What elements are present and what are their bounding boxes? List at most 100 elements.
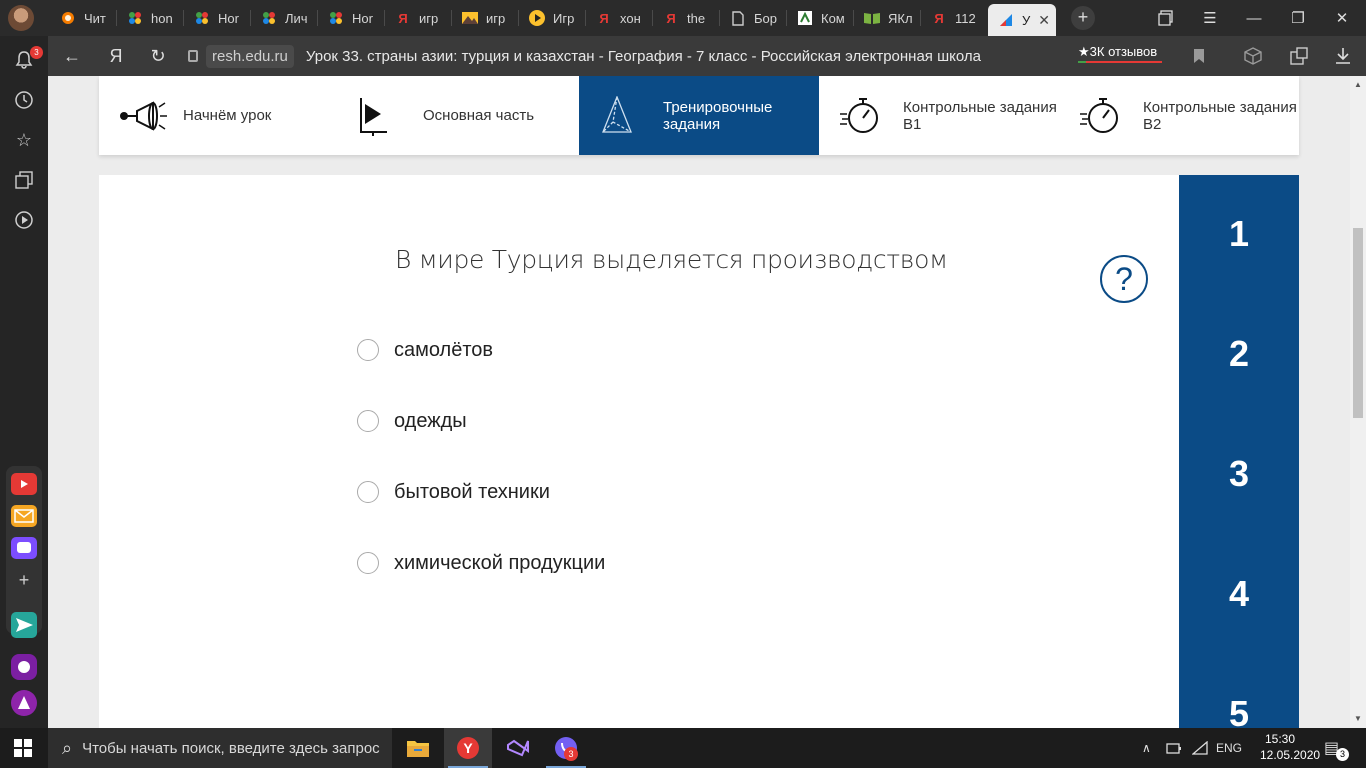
task-number[interactable]: 2 bbox=[1179, 333, 1299, 375]
nav-start-lesson[interactable]: Начнём урок bbox=[99, 76, 339, 155]
svg-text:Y: Y bbox=[463, 740, 473, 756]
scroll-up-icon[interactable]: ▲ bbox=[1353, 80, 1363, 90]
reviews-button[interactable]: ★3К отзывов bbox=[1078, 44, 1157, 60]
nav-control-tasks-b1[interactable]: Контрольные задания В1 bbox=[819, 76, 1059, 155]
history-icon[interactable] bbox=[12, 88, 36, 112]
answer-option[interactable]: бытовой техники bbox=[357, 478, 550, 506]
back-button[interactable]: ← bbox=[60, 44, 84, 68]
battery-icon[interactable] bbox=[1166, 728, 1182, 768]
viber-icon[interactable]: 3 bbox=[542, 728, 590, 768]
browser-tab[interactable]: Ком bbox=[787, 4, 854, 32]
browser-tab[interactable]: игр bbox=[452, 4, 519, 32]
nav-training-tasks[interactable]: Тренировочные задания bbox=[579, 76, 819, 155]
tab-label: the bbox=[687, 10, 706, 26]
tab-label: У bbox=[1022, 12, 1031, 28]
radio-button[interactable] bbox=[357, 552, 379, 574]
action-center-icon[interactable]: ▤ bbox=[1324, 728, 1339, 768]
page-scrollbar[interactable]: ▲ ▼ bbox=[1350, 76, 1366, 728]
task-number[interactable]: 4 bbox=[1179, 573, 1299, 615]
collections-icon[interactable] bbox=[12, 168, 36, 192]
file-explorer-icon[interactable] bbox=[394, 728, 442, 768]
browser-tab[interactable]: Игр bbox=[519, 4, 586, 32]
bookmark-icon[interactable] bbox=[1188, 45, 1210, 67]
dots-icon bbox=[328, 10, 344, 26]
youtube-icon[interactable] bbox=[11, 473, 37, 495]
language-indicator[interactable]: ENG bbox=[1216, 728, 1242, 768]
browser-tab[interactable]: Я 112 bbox=[921, 4, 988, 32]
search-icon: ⌕ bbox=[62, 737, 73, 758]
radio-button[interactable] bbox=[357, 410, 379, 432]
stopwatch-icon bbox=[840, 97, 878, 133]
browser-tab[interactable]: Нor bbox=[318, 4, 385, 32]
browser-tab[interactable]: Я хон bbox=[586, 4, 653, 32]
megaphone-icon bbox=[120, 100, 167, 131]
restore-button[interactable]: ❐ bbox=[1276, 0, 1320, 36]
lock-icon bbox=[188, 50, 198, 62]
answer-option[interactable]: самолётов bbox=[357, 336, 493, 364]
send-icon[interactable] bbox=[11, 612, 37, 638]
reload-button[interactable]: ↻ bbox=[146, 44, 170, 68]
menu-icon[interactable]: ☰ bbox=[1188, 0, 1232, 36]
scroll-thumb[interactable] bbox=[1353, 228, 1363, 418]
browser-tab[interactable]: Чит bbox=[50, 4, 117, 32]
network-icon[interactable] bbox=[1192, 728, 1208, 768]
radio-button[interactable] bbox=[357, 339, 379, 361]
browser-tab[interactable]: hon bbox=[117, 4, 184, 32]
taskbar-clock[interactable]: 15:30 12.05.2020 bbox=[1260, 731, 1320, 763]
dots-icon bbox=[194, 10, 210, 26]
window-close-button[interactable]: ✕ bbox=[1320, 0, 1364, 36]
visual-studio-icon[interactable] bbox=[494, 728, 542, 768]
browser-tab[interactable]: Я игр bbox=[385, 4, 452, 32]
answer-label: самолётов bbox=[394, 338, 494, 361]
browser-tab-active[interactable]: У ✕ bbox=[988, 4, 1056, 36]
play-circle-icon[interactable] bbox=[12, 208, 36, 232]
nav-control-tasks-b2[interactable]: Контрольные задания В2 bbox=[1059, 76, 1299, 155]
browser-tab[interactable]: Бор bbox=[720, 4, 787, 32]
add-icon[interactable]: + bbox=[12, 568, 36, 592]
cube-icon[interactable] bbox=[1242, 45, 1264, 67]
notification-badge: 3 bbox=[30, 46, 43, 59]
user-avatar[interactable] bbox=[8, 5, 34, 31]
nav-main-part[interactable]: Основная часть bbox=[339, 76, 579, 155]
tab-label: hon bbox=[151, 10, 173, 26]
answer-option[interactable]: одежды bbox=[357, 407, 467, 435]
browser-tab[interactable]: ЯКл bbox=[854, 4, 921, 32]
nav-label: Тренировочные задания bbox=[663, 98, 773, 133]
new-tab-button[interactable]: + bbox=[1071, 6, 1095, 30]
task-number[interactable]: 5 bbox=[1179, 693, 1299, 728]
mail-icon[interactable] bbox=[11, 505, 37, 527]
close-icon[interactable]: ✕ bbox=[1038, 12, 1050, 29]
alice-icon[interactable] bbox=[11, 690, 37, 716]
tab-groups-icon[interactable] bbox=[1144, 0, 1188, 36]
yandex-browser-icon[interactable]: Y bbox=[444, 728, 492, 768]
browser-tab[interactable]: Нor bbox=[184, 4, 251, 32]
windows-start-icon[interactable] bbox=[14, 739, 32, 757]
browser-tab[interactable]: Лич bbox=[251, 4, 318, 32]
task-number[interactable]: 3 bbox=[1179, 453, 1299, 495]
help-button[interactable]: ? bbox=[1100, 255, 1148, 303]
taskbar-search-box[interactable]: ⌕ Чтобы начать поиск, введите здесь запр… bbox=[48, 728, 392, 768]
task-number[interactable]: 1 bbox=[1179, 213, 1299, 255]
music-icon[interactable] bbox=[11, 654, 37, 680]
yandex-home-button[interactable]: Я bbox=[104, 44, 128, 68]
download-icon[interactable] bbox=[1332, 45, 1354, 67]
answer-option[interactable]: химической продукции bbox=[357, 549, 605, 577]
browser-tab[interactable]: Я the bbox=[653, 4, 720, 32]
radio-button[interactable] bbox=[357, 481, 379, 503]
minimize-button[interactable]: — bbox=[1232, 0, 1276, 36]
tab-label: Бор bbox=[754, 10, 777, 26]
tab-label: игр bbox=[486, 10, 506, 26]
viber-badge: 3 bbox=[564, 747, 578, 761]
tab-label: Нor bbox=[218, 10, 239, 26]
url-domain: resh.edu.ru bbox=[206, 44, 294, 68]
page-title: Урок 33. страны азии: турция и казахстан… bbox=[305, 47, 981, 65]
search-placeholder: Чтобы начать поиск, введите здесь запрос bbox=[82, 739, 380, 757]
bookmarks-star-icon[interactable]: ☆ bbox=[12, 128, 36, 152]
answer-label: бытовой техники bbox=[394, 480, 550, 503]
tray-chevron-icon[interactable]: ∧ bbox=[1142, 728, 1151, 768]
tab-label: хон bbox=[620, 10, 641, 26]
scroll-down-icon[interactable]: ▼ bbox=[1353, 714, 1363, 724]
extensions-icon[interactable] bbox=[1288, 45, 1310, 67]
messenger-icon[interactable] bbox=[11, 537, 37, 559]
url-field[interactable]: resh.edu.ru Урок 33. страны азии: турция… bbox=[188, 43, 1198, 69]
